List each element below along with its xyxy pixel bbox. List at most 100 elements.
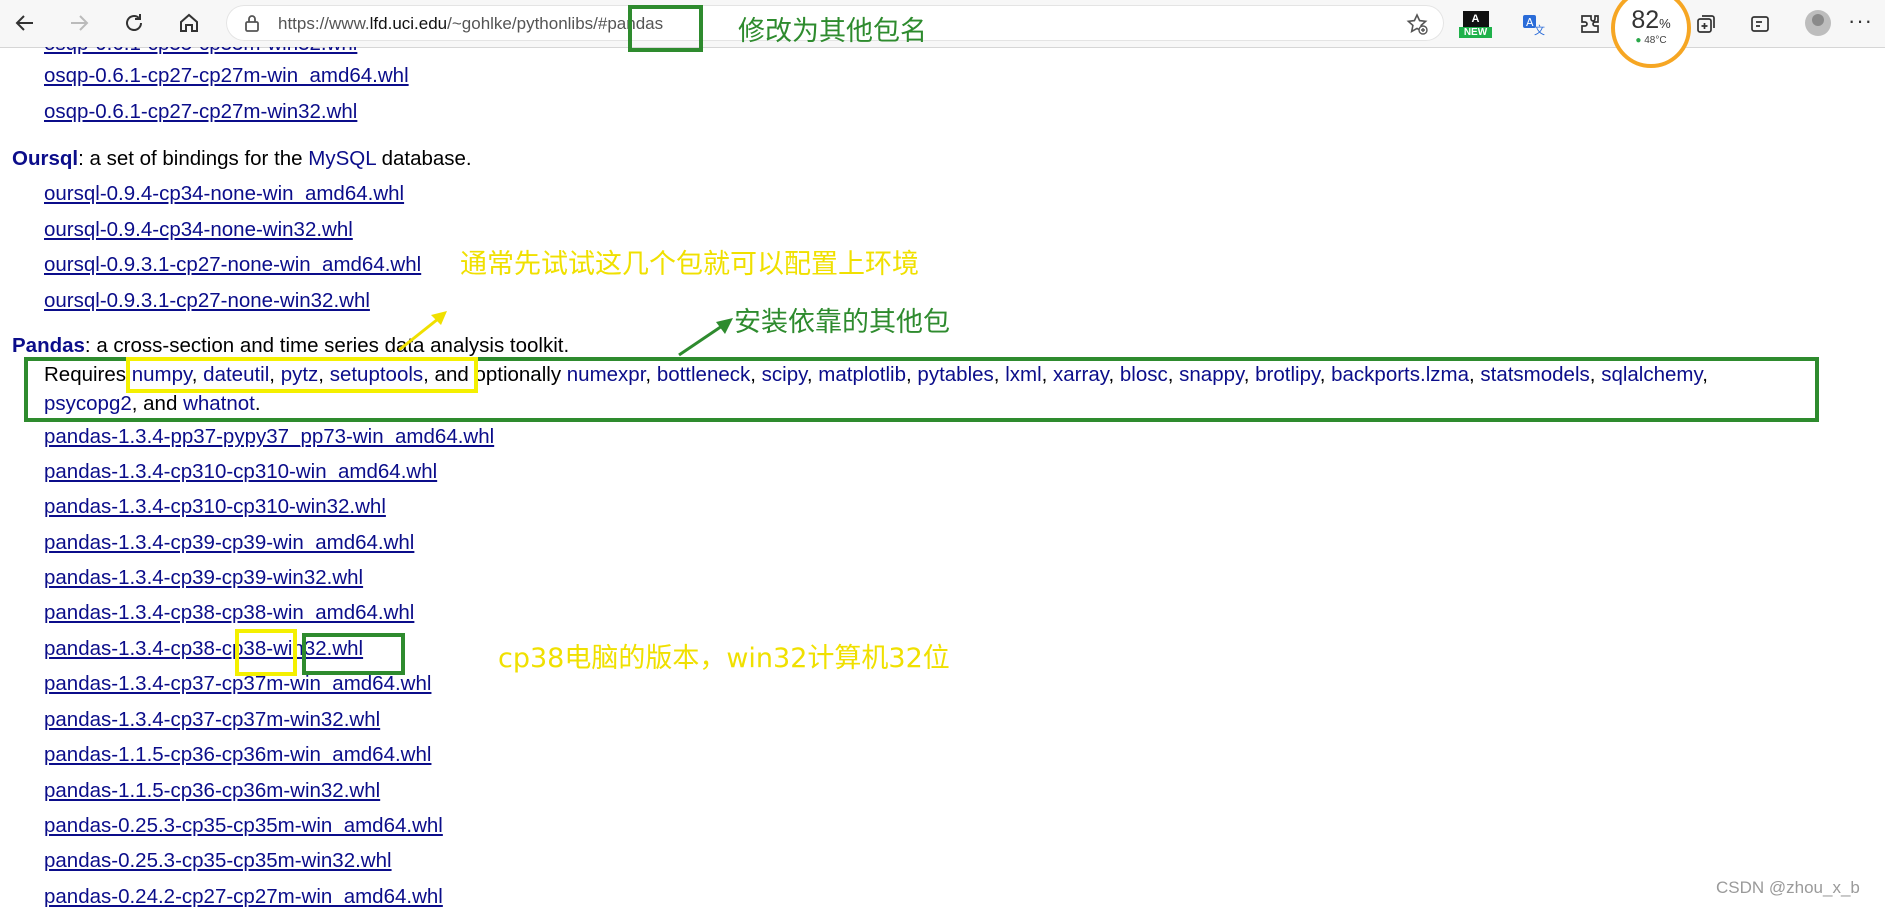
lock-icon[interactable] — [242, 13, 262, 33]
package-heading-pandas: Pandas: a cross-section and time series … — [12, 334, 569, 358]
download-link[interactable]: pandas-1.3.4-cp310-cp310-win_amd64.whl — [44, 460, 437, 483]
translate-icon[interactable]: A文 — [1519, 10, 1547, 38]
new-badge: NEW — [1459, 27, 1492, 38]
download-link[interactable]: oursql-0.9.4-cp34-none-win_amd64.whl — [44, 182, 404, 205]
package-heading-oursql: Oursql: a set of bindings for the MySQL … — [12, 147, 472, 171]
green-arrow-icon — [678, 318, 733, 357]
perf-unit: % — [1659, 16, 1671, 31]
yellow-arrow-icon — [398, 311, 447, 352]
download-link[interactable]: osqp-0.6.1-cp35-cp35m-win32.whl — [44, 47, 357, 55]
optional-dependency-link[interactable]: blosc — [1120, 363, 1168, 386]
package-desc: : a cross-section and time series data a… — [84, 334, 570, 357]
list-item: oursql-0.9.3.1-cp27-none-win_amd64.whl — [44, 253, 421, 277]
list-item: pandas-0.25.3-cp35-cp35m-win32.whl — [44, 849, 392, 873]
download-link[interactable]: osqp-0.6.1-cp27-cp27m-win32.whl — [44, 100, 357, 123]
package-desc: : a set of bindings for the — [78, 147, 309, 170]
optional-dependency-link[interactable]: numexpr — [567, 363, 646, 386]
sidebar-icon[interactable] — [1746, 10, 1774, 38]
list-item: osqp-0.6.1-cp35-cp35m-win32.whl — [44, 47, 357, 56]
home-icon[interactable] — [172, 6, 206, 40]
back-icon[interactable] — [8, 6, 42, 40]
download-link[interactable]: pandas-1.3.4-cp37-cp37m-win_amd64.whl — [44, 672, 431, 695]
optional-dependency-link[interactable]: pytables — [917, 363, 993, 386]
list-item: osqp-0.6.1-cp27-cp27m-win_amd64.whl — [44, 64, 409, 88]
svg-text:A: A — [1526, 16, 1534, 29]
refresh-icon[interactable] — [117, 6, 151, 40]
more-icon[interactable]: ··· — [1848, 8, 1873, 34]
optional-dependency-link[interactable]: matplotlib — [818, 363, 906, 386]
dependency-link[interactable]: dateutil — [203, 363, 269, 386]
browser-toolbar: https://www.lfd.uci.edu/~gohlke/pythonli… — [0, 0, 1885, 68]
list-item: oursql-0.9.4-cp34-none-win32.whl — [44, 218, 353, 242]
download-link[interactable]: pandas-1.1.5-cp36-cp36m-win_amd64.whl — [44, 743, 431, 766]
list-item: pandas-1.3.4-cp39-cp39-win32.whl — [44, 566, 363, 590]
list-item: pandas-0.25.3-cp35-cp35m-win_amd64.whl — [44, 814, 443, 838]
common-packages-note: 通常先试试这几个包就可以配置上环境 — [460, 249, 919, 280]
perf-temp: 48°C — [1644, 35, 1667, 46]
list-item: pandas-1.3.4-cp38-cp38-win32.whl — [44, 637, 363, 661]
leaf-icon: ● — [1635, 35, 1642, 46]
download-link[interactable]: pandas-1.3.4-pp37-pypy37_pp73-win_amd64.… — [44, 425, 494, 448]
forward-icon[interactable] — [62, 6, 96, 40]
download-link[interactable]: pandas-1.3.4-cp38-cp38-win_amd64.whl — [44, 601, 414, 624]
download-link[interactable]: osqp-0.6.1-cp27-cp27m-win_amd64.whl — [44, 64, 409, 87]
collections-icon[interactable] — [1692, 10, 1720, 38]
list-item: osqp-0.6.1-cp27-cp27m-win32.whl — [44, 100, 357, 124]
list-item: pandas-0.24.2-cp27-cp27m-win_amd64.whl — [44, 885, 443, 909]
download-link[interactable]: pandas-0.24.2-cp27-cp27m-win_amd64.whl — [44, 885, 443, 908]
svg-text:文: 文 — [1534, 23, 1545, 36]
mysql-link[interactable]: MySQL — [308, 147, 376, 170]
optional-dependency-link[interactable]: bottleneck — [657, 363, 750, 386]
package-name[interactable]: Pandas — [12, 334, 85, 357]
download-link[interactable]: oursql-0.9.4-cp34-none-win32.whl — [44, 218, 353, 241]
download-link[interactable]: pandas-0.25.3-cp35-cp35m-win_amd64.whl — [44, 814, 443, 837]
period: . — [254, 392, 261, 415]
favorite-add-icon[interactable] — [1406, 13, 1428, 41]
dependency-link[interactable]: setuptools — [330, 363, 423, 386]
new-extension-icon[interactable]: A NEW — [1459, 11, 1492, 39]
list-item: pandas-1.3.4-cp310-cp310-win_amd64.whl — [44, 460, 437, 484]
url-text[interactable]: https://www.lfd.uci.edu/~gohlke/pythonli… — [278, 14, 663, 34]
profile-icon[interactable] — [1805, 10, 1831, 36]
optional-dependency-link[interactable]: statsmodels — [1480, 363, 1589, 386]
download-link[interactable]: pandas-0.25.3-cp35-cp35m-win32.whl — [44, 849, 392, 872]
optional-dependency-link[interactable]: lxml — [1005, 363, 1041, 386]
dependency-link[interactable]: numpy — [132, 363, 192, 386]
extensions-icon[interactable] — [1576, 10, 1604, 38]
optional-dependency-link[interactable]: snappy — [1179, 363, 1244, 386]
dependencies-note: 安装依靠的其他包 — [734, 307, 950, 338]
optional-dependency-link[interactable]: xarray — [1053, 363, 1108, 386]
optional-dependency-link[interactable]: whatnot — [183, 392, 255, 415]
list-item: oursql-0.9.4-cp34-none-win_amd64.whl — [44, 182, 404, 206]
download-link[interactable]: pandas-1.1.5-cp36-cp36m-win32.whl — [44, 779, 380, 802]
download-link[interactable]: pandas-1.3.4-cp37-cp37m-win32.whl — [44, 708, 380, 731]
download-link[interactable]: oursql-0.9.3.1-cp27-none-win32.whl — [44, 289, 370, 312]
download-link[interactable]: oursql-0.9.3.1-cp27-none-win_amd64.whl — [44, 253, 421, 276]
list-item: pandas-1.3.4-cp310-cp310-win32.whl — [44, 495, 386, 519]
optional-dependency-link[interactable]: scipy — [762, 363, 807, 386]
dependency-link[interactable]: pytz — [281, 363, 319, 386]
download-link[interactable]: pandas-1.3.4-cp310-cp310-win32.whl — [44, 495, 386, 518]
and-label: , and — [131, 392, 184, 415]
requires-label: Requires — [44, 363, 132, 386]
list-item: pandas-1.1.5-cp36-cp36m-win_amd64.whl — [44, 743, 431, 767]
url-note: 修改为其他包名 — [738, 16, 927, 47]
optional-dependency-link[interactable]: sqlalchemy — [1601, 363, 1702, 386]
optional-label: and optionally — [428, 363, 567, 386]
optional-dependency-link[interactable]: psycopg2 — [44, 392, 132, 415]
list-item: pandas-1.3.4-cp39-cp39-win_amd64.whl — [44, 531, 414, 555]
page-content: osqp-0.6.1-cp35-cp35m-win32.whl osqp-0.6… — [0, 47, 1885, 910]
download-link[interactable]: pandas-1.3.4-cp38-cp38-win32.whl — [44, 637, 363, 660]
package-name[interactable]: Oursql — [12, 147, 78, 170]
list-item: pandas-1.3.4-cp37-cp37m-win_amd64.whl — [44, 672, 431, 696]
list-item: pandas-1.3.4-cp38-cp38-win_amd64.whl — [44, 601, 414, 625]
optional-dependency-link[interactable]: brotlipy — [1255, 363, 1320, 386]
version-note: cp38电脑的版本，win32计算机32位 — [498, 643, 950, 674]
list-item: pandas-1.3.4-pp37-pypy37_pp73-win_amd64.… — [44, 425, 494, 449]
optional-dependency-link[interactable]: backports.lzma — [1331, 363, 1469, 386]
perf-percent: 82 — [1631, 6, 1660, 34]
download-link[interactable]: pandas-1.3.4-cp39-cp39-win32.whl — [44, 566, 363, 589]
download-link[interactable]: pandas-1.3.4-cp39-cp39-win_amd64.whl — [44, 531, 414, 554]
package-desc-end: database. — [375, 147, 472, 170]
list-item: pandas-1.1.5-cp36-cp36m-win32.whl — [44, 779, 380, 803]
